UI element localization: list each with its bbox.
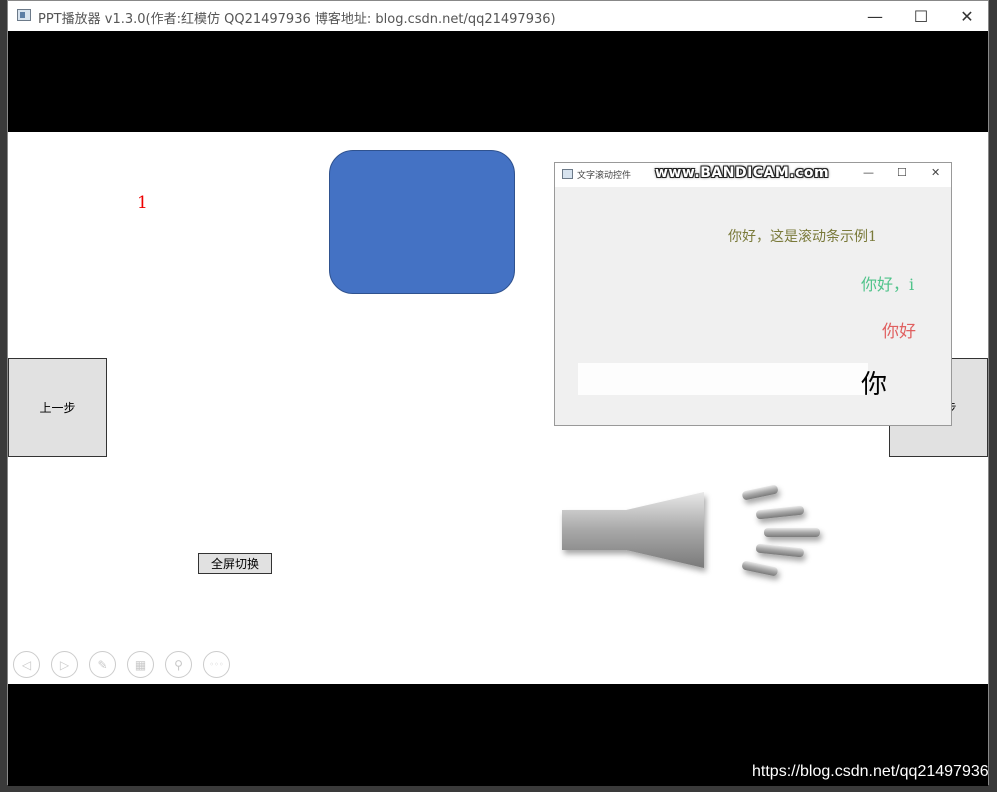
scroll-text-line-4: 你	[861, 370, 888, 400]
child-close-button[interactable]: ✕	[931, 166, 940, 179]
child-maximize-button[interactable]: ☐	[897, 166, 907, 179]
top-letterbox	[8, 31, 988, 132]
more-icon[interactable]: ◦◦◦	[203, 651, 230, 678]
slides-icon[interactable]: ▦	[127, 651, 154, 678]
text-scroll-window: 文字滚动控件 www.BANDICAM.com — ☐ ✕ 你好，这是滚动条示例…	[554, 162, 952, 426]
window-title: PPT播放器 v1.3.0(作者:红模仿 QQ21497936 博客地址: bl…	[38, 12, 556, 27]
ppt-player-window: PPT播放器 v1.3.0(作者:红模仿 QQ21497936 博客地址: bl…	[7, 0, 989, 786]
next-icon[interactable]: ▷	[51, 651, 78, 678]
zoom-icon[interactable]: ⚲	[165, 651, 192, 678]
speaker-icon	[562, 485, 820, 576]
csdn-watermark: https://blog.csdn.net/qq21497936	[752, 763, 989, 780]
scroll-text-line-3: 你好	[882, 322, 916, 342]
pen-icon[interactable]: ✎	[89, 651, 116, 678]
child-title-bar[interactable]: 文字滚动控件 www.BANDICAM.com — ☐ ✕	[555, 163, 951, 187]
child-minimize-button[interactable]: —	[863, 166, 874, 179]
scroll-text-box	[578, 363, 868, 395]
scroll-text-line-2: 你好，i	[861, 275, 915, 294]
fullscreen-toggle-button[interactable]: 全屏切换	[198, 553, 272, 574]
scroll-text-line-1: 你好，这是滚动条示例1	[728, 229, 877, 245]
child-app-icon	[562, 169, 573, 179]
slide-canvas[interactable]: 1 上一步 下一步 全屏切换 ◁ ▷ ✎ ▦ ⚲ ◦◦◦ 文字滚动控件 www.…	[8, 132, 988, 684]
title-bar[interactable]: PPT播放器 v1.3.0(作者:红模仿 QQ21497936 博客地址: bl…	[8, 1, 988, 31]
prev-icon[interactable]: ◁	[13, 651, 40, 678]
rounded-rectangle-shape	[329, 150, 515, 294]
child-window-title: 文字滚动控件	[577, 171, 632, 181]
prev-step-button[interactable]: 上一步	[8, 358, 107, 457]
close-button[interactable]: ✕	[944, 1, 990, 31]
maximize-button[interactable]: ☐	[898, 1, 944, 31]
bandicam-watermark: www.BANDICAM.com	[655, 165, 830, 181]
minimize-button[interactable]: —	[852, 1, 898, 31]
app-icon	[17, 9, 31, 21]
slide-page-number: 1	[137, 193, 148, 213]
